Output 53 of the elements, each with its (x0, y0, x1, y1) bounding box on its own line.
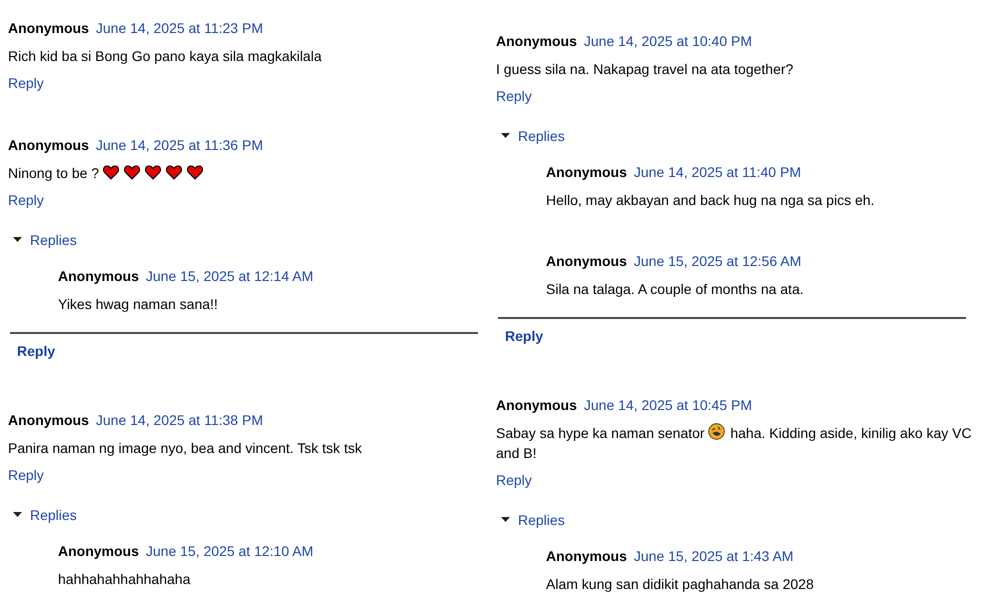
heart-icon (124, 165, 140, 180)
reply-link[interactable]: Reply (8, 465, 44, 485)
heart-icon (186, 165, 203, 180)
replies-toggle[interactable]: Replies (501, 126, 565, 146)
comment-date-link[interactable]: June 14, 2025 at 11:38 PM (96, 412, 263, 428)
comment-date-link[interactable]: June 14, 2025 at 11:23 PM (96, 20, 263, 36)
comment-text: and B! (496, 445, 536, 461)
replies-toggle[interactable]: Replies (13, 505, 77, 525)
comment-date-link[interactable]: June 15, 2025 at 12:14 AM (146, 268, 314, 284)
comment-date-link[interactable]: June 14, 2025 at 11:40 PM (634, 164, 801, 180)
author-name: Anonymous (546, 164, 627, 180)
reply-link[interactable]: Reply (8, 190, 44, 210)
caret-icon (13, 512, 22, 518)
comment-text: Yikes hwag naman sana!! (58, 296, 218, 312)
comment-date-link[interactable]: June 15, 2025 at 12:56 AM (634, 253, 802, 269)
comment-date-link[interactable]: June 14, 2025 at 11:36 PM (96, 137, 263, 153)
caret-icon (501, 517, 510, 523)
comment-date-link[interactable]: June 15, 2025 at 12:10 AM (146, 543, 314, 559)
author-name: Anonymous (8, 20, 89, 36)
comment-text: haha. Kidding aside, kinilig ako kay VC (730, 425, 972, 441)
reply-link[interactable]: Reply (496, 86, 532, 106)
author-name: Anonymous (546, 253, 627, 269)
comment-text: Panira naman ng image nyo, bea and vincent. Tsk tsk tsk (8, 440, 362, 456)
author-name: Anonymous (8, 412, 89, 428)
comment-text: Sabay sa hype ka naman senator (496, 425, 705, 441)
author-name: Anonymous (8, 137, 89, 153)
comment-text: I guess sila na. Nakapag travel na ata together? (496, 61, 794, 77)
comment-text: hahhahahhahhahaha (58, 571, 190, 587)
author-name: Anonymous (546, 548, 627, 564)
reply-link[interactable]: Reply (505, 326, 544, 346)
heart-icon (144, 165, 161, 180)
author-name: Anonymous (58, 543, 139, 559)
replies-toggle[interactable]: Replies (501, 510, 565, 530)
comment-text: Rich kid ba si Bong Go pano kaya sila magkakilala (8, 48, 322, 64)
reply-link[interactable]: Reply (8, 73, 44, 93)
author-name: Anonymous (496, 33, 577, 49)
caret-icon (501, 133, 510, 139)
comment-text: Alam kung san didikit paghahanda sa 2028 (546, 576, 814, 592)
heart-icon (102, 165, 119, 180)
comment-date-link[interactable]: June 14, 2025 at 10:45 PM (584, 397, 752, 413)
author-name: Anonymous (496, 397, 577, 413)
comment-text: Ninong to be ? (8, 165, 100, 181)
comment-date-link[interactable]: June 14, 2025 at 10:40 PM (584, 33, 752, 49)
caret-icon (13, 237, 22, 243)
comment-text: Sila na talaga. A couple of months na ata. (546, 281, 804, 297)
reply-link[interactable]: Reply (17, 341, 56, 361)
author-name: Anonymous (58, 268, 139, 284)
laughing-face-icon (708, 423, 726, 440)
replies-toggle[interactable]: Replies (13, 230, 77, 250)
comment-text: Hello, may akbayan and back hug na nga sa pics eh. (546, 192, 874, 208)
comment-date-link[interactable]: June 15, 2025 at 1:43 AM (634, 548, 794, 564)
heart-icon (166, 165, 182, 180)
reply-link[interactable]: Reply (496, 470, 532, 490)
